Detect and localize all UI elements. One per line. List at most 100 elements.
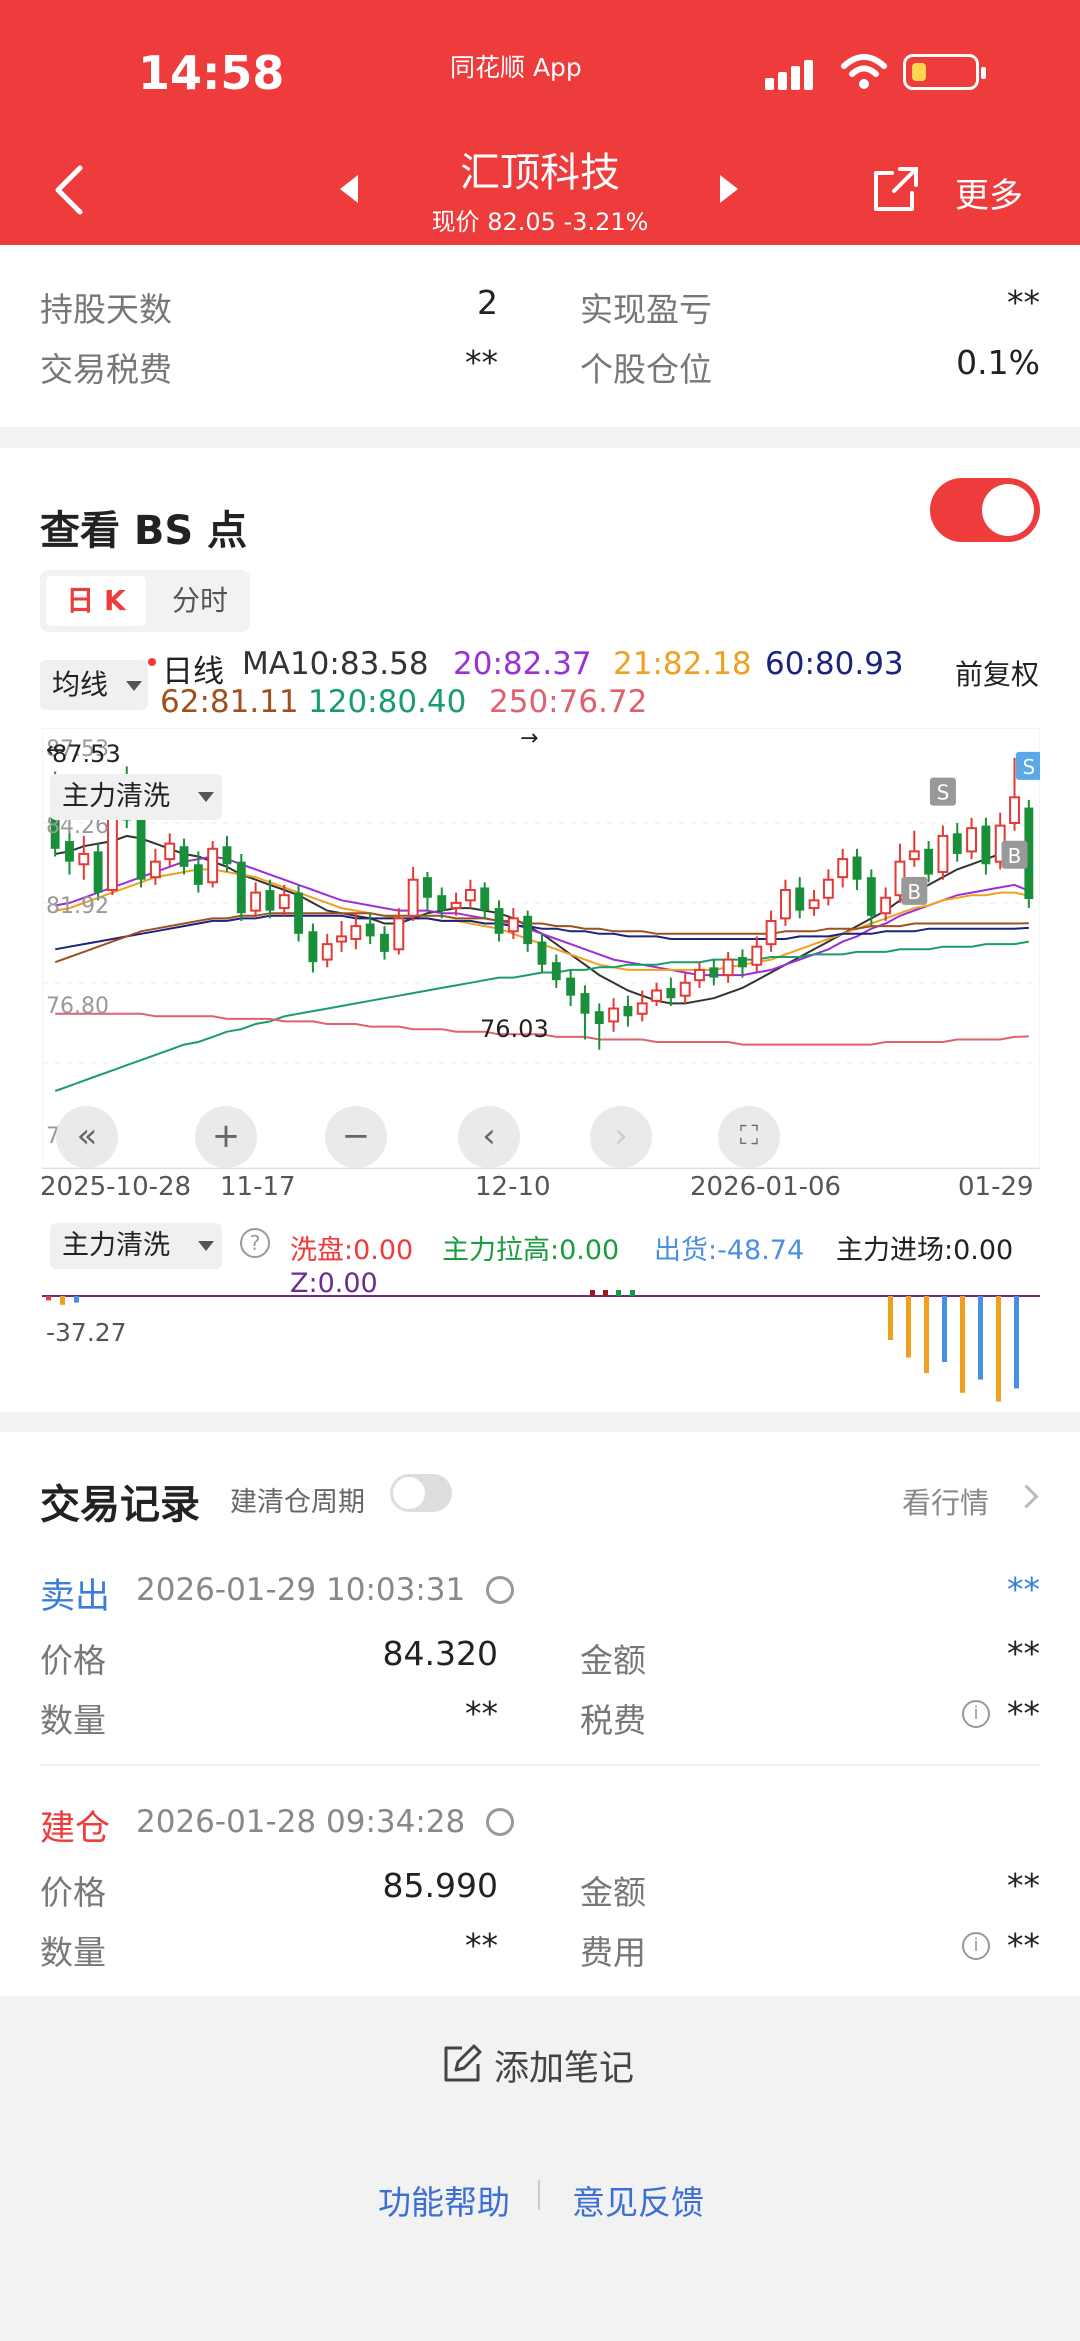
step-left-button[interactable]: ‹ (458, 1106, 520, 1168)
indicator-help-icon[interactable]: ? (240, 1228, 270, 1258)
indicator-bar (978, 1296, 983, 1380)
period-toggle[interactable] (390, 1474, 452, 1512)
candle (207, 841, 219, 888)
candle (294, 884, 304, 942)
feedback-link[interactable]: 意见反馈 (572, 2176, 704, 2224)
record-datetime-2: 2026-01-28 09:34:28 (136, 1804, 466, 1840)
add-note-button[interactable]: 添加笔记 (494, 2040, 634, 2091)
ma-legend-1: MA10:83.58 (242, 646, 429, 682)
zoom-in-button[interactable]: + (195, 1106, 257, 1168)
battery-icon (903, 54, 986, 90)
bs-marker-s: S (929, 777, 956, 806)
indicator-select-main[interactable]: 主力清洗 (50, 1223, 222, 1269)
tab-day-k[interactable]: 日 K (46, 576, 146, 626)
indicator-chart[interactable] (42, 1290, 1040, 1410)
next-stock-icon[interactable] (720, 175, 738, 203)
position-value: 0.1% (956, 343, 1040, 382)
help-link[interactable]: 功能帮助 (378, 2176, 510, 2224)
adjust-label[interactable]: 前复权 (955, 653, 1039, 693)
view-market-link[interactable]: 看行情 (902, 1480, 989, 1522)
price-value-2: 85.990 (382, 1866, 498, 1905)
indicator-bar (942, 1296, 947, 1362)
top-header: 14:58 同花顺 App 汇顶科技 现价 82.05 -3.21% 更多 (0, 0, 1080, 245)
price-label: 价格 (40, 1641, 106, 1680)
svg-text:B: B (1008, 844, 1022, 868)
ind-xipan: 洗盘:0.00 (290, 1235, 414, 1266)
candle (93, 843, 103, 901)
record-side-open: 建仓 (40, 1809, 111, 1849)
indicator-bar (616, 1290, 621, 1296)
x-label-2: 12-10 (475, 1172, 551, 1202)
tax-value: ** (465, 343, 498, 382)
ma-legend-7: 250:76.72 (489, 684, 648, 720)
bs-toggle[interactable] (930, 478, 1040, 542)
signal-icon (765, 60, 813, 90)
fullscreen-button[interactable]: ⛶ (718, 1106, 780, 1168)
hold-days-label: 持股天数 (40, 290, 172, 329)
record-top-right: ** (1007, 1570, 1040, 1609)
records-title: 交易记录 (40, 1482, 200, 1528)
fee-value-2: ** (1007, 1926, 1040, 1965)
ind-lagao: 主力拉高:0.00 (442, 1235, 620, 1266)
low-arrow: → (520, 726, 539, 751)
qty-value: ** (465, 1694, 498, 1733)
svg-text:S: S (937, 781, 950, 805)
qty-label-2: 数量 (40, 1933, 106, 1972)
step-right-button[interactable]: › (590, 1106, 652, 1168)
qty-label: 数量 (40, 1701, 106, 1740)
fee-value: ** (1007, 1694, 1040, 1733)
tax-label: 交易税费 (40, 350, 172, 389)
more-button[interactable]: 更多 (955, 168, 1023, 217)
locate-icon-2[interactable] (486, 1808, 514, 1836)
price-label-2: 价格 (40, 1873, 106, 1912)
svg-text:S: S (1022, 755, 1035, 779)
ma-legend-3: 21:82.18 (613, 646, 752, 682)
amount-value: ** (1007, 1634, 1040, 1673)
zoom-out-button[interactable]: − (325, 1106, 387, 1168)
x-label-1: 11-17 (220, 1172, 296, 1202)
chart-tabs: 日 K 分时 (40, 570, 250, 632)
qty-value-2: ** (465, 1926, 498, 1965)
x-axis-line (42, 1168, 1040, 1169)
indicator-bar (60, 1296, 65, 1305)
low-marker: 76.03 (480, 1015, 549, 1043)
y-label-3: 81.92 (46, 894, 109, 919)
fee-label-2: 费用 (580, 1933, 646, 1972)
scroll-left-button[interactable]: « (56, 1106, 118, 1168)
indicator-bar (888, 1296, 893, 1340)
position-label: 个股仓位 (580, 350, 712, 389)
realized-label: 实现盈亏 (580, 290, 712, 329)
indicator-select[interactable]: 主力清洗 (50, 774, 222, 820)
svg-text:B: B (907, 880, 921, 904)
price-value: 84.320 (382, 1634, 498, 1673)
locate-icon[interactable] (486, 1576, 514, 1604)
edit-note-icon[interactable] (442, 2044, 482, 2084)
indicator-dot (148, 658, 156, 666)
x-label-4: 01-29 (958, 1172, 1034, 1202)
realized-value: ** (1007, 283, 1040, 322)
amount-label-2: 金额 (580, 1873, 646, 1912)
ma-legend-2: 20:82.37 (453, 646, 592, 682)
chevron-right-icon (1014, 1484, 1039, 1509)
indicator-bar (74, 1296, 79, 1303)
tab-intraday[interactable]: 分时 (160, 576, 240, 626)
x-label-3: 2026-01-06 (690, 1172, 842, 1202)
indicator-bar (924, 1296, 929, 1373)
bs-title: 查看 BS 点 (40, 508, 248, 554)
period-label: 建清仓周期 (230, 1487, 365, 1518)
status-app-label: 同花顺 App (450, 53, 582, 82)
share-icon[interactable] (870, 165, 920, 215)
wifi-icon (841, 54, 887, 89)
ma-legend-4: 60:80.93 (765, 646, 904, 682)
ma-select[interactable]: 均线 (40, 660, 148, 710)
indicator-bar (630, 1290, 635, 1296)
trade-records: 交易记录 建清仓周期 看行情 卖出 2026-01-29 10:03:31 **… (0, 1432, 1080, 1996)
hold-days-value: 2 (477, 283, 498, 322)
indicator-bar (996, 1296, 1001, 1402)
indicator-bar (1014, 1296, 1019, 1389)
bs-marker-s: S (1015, 751, 1040, 780)
record-divider (40, 1764, 1040, 1766)
ma-legend-5: 62:81.11 (160, 684, 299, 720)
fee-label: 税费 (580, 1701, 646, 1740)
bs-marker-b: B (901, 876, 928, 905)
